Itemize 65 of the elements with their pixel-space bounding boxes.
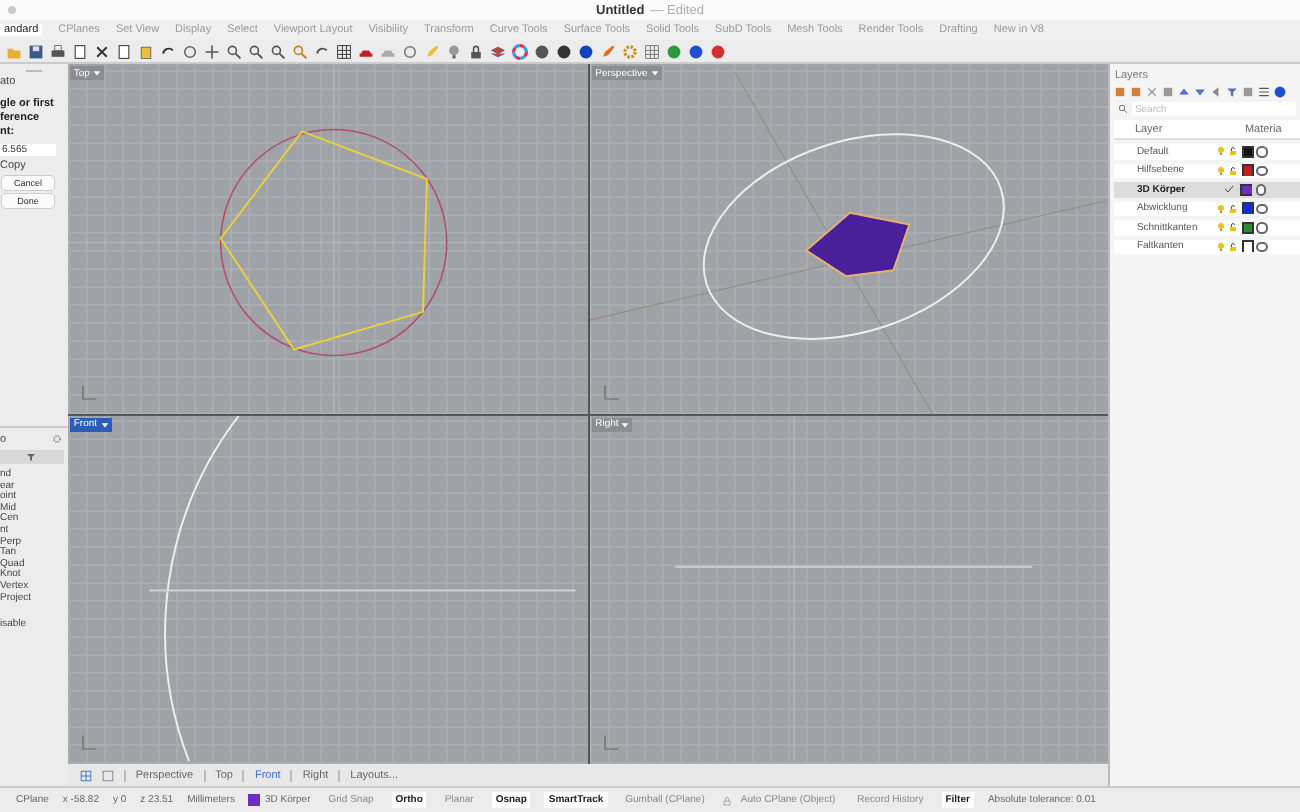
lock-icon[interactable] xyxy=(1228,165,1239,176)
gear-icon[interactable] xyxy=(51,434,62,444)
lock-icon[interactable] xyxy=(468,43,484,59)
caret-icon[interactable] xyxy=(649,68,660,78)
layer-color-swatch[interactable] xyxy=(1243,166,1253,175)
undo-icon[interactable] xyxy=(160,43,176,59)
new-sublayer-icon[interactable] xyxy=(1130,86,1143,98)
caret-icon[interactable] xyxy=(99,419,110,429)
save-icon[interactable] xyxy=(28,43,44,59)
layer-color-swatch[interactable] xyxy=(1243,147,1253,156)
single-layout-icon[interactable] xyxy=(101,769,114,781)
help-icon[interactable] xyxy=(688,43,704,59)
copy-icon[interactable] xyxy=(116,43,132,59)
gear-icon[interactable] xyxy=(622,43,638,59)
menu-icon[interactable] xyxy=(1258,86,1271,98)
axis-icon xyxy=(79,383,98,401)
bulb-icon[interactable] xyxy=(1215,203,1226,214)
bulb-icon[interactable] xyxy=(1215,165,1226,176)
pentagon-solid xyxy=(803,211,910,278)
layer-color-swatch[interactable] xyxy=(1242,185,1252,194)
lock-icon[interactable] xyxy=(1228,222,1239,233)
zoom-window-icon[interactable] xyxy=(248,43,264,59)
teapot-icon[interactable] xyxy=(710,43,726,59)
help-icon[interactable] xyxy=(1274,86,1287,98)
filter-icon[interactable] xyxy=(1226,86,1239,98)
page-icon[interactable] xyxy=(72,43,88,59)
paste-icon[interactable] xyxy=(138,43,154,59)
filter-icon[interactable] xyxy=(26,452,37,462)
down-arrow-icon[interactable] xyxy=(1194,86,1207,98)
lock-icon[interactable] xyxy=(1228,241,1239,252)
caret-icon[interactable] xyxy=(620,419,631,429)
color-wheel-icon[interactable] xyxy=(512,43,528,59)
check-icon xyxy=(1223,184,1234,195)
layers-icon[interactable] xyxy=(490,43,506,59)
bulb-icon[interactable] xyxy=(1215,222,1226,233)
axis-icon xyxy=(601,734,620,752)
grid-layout-icon[interactable] xyxy=(79,769,92,781)
left-arrow-icon[interactable] xyxy=(1210,86,1223,98)
cut-icon[interactable] xyxy=(94,43,110,59)
search-icon xyxy=(1118,104,1129,114)
print-icon[interactable] xyxy=(50,43,66,59)
layer-color-swatch[interactable] xyxy=(1243,223,1253,232)
new-layer-icon[interactable] xyxy=(1114,86,1127,98)
bulb-icon[interactable] xyxy=(446,43,462,59)
move-icon[interactable] xyxy=(204,43,220,59)
layer-color-swatch[interactable] xyxy=(1243,242,1253,251)
bulb-icon[interactable] xyxy=(1215,241,1226,252)
zoom-icon[interactable] xyxy=(226,43,242,59)
dimension-icon[interactable] xyxy=(644,43,660,59)
grid-icon[interactable] xyxy=(336,43,352,59)
trash-icon[interactable] xyxy=(1162,86,1175,98)
target-icon[interactable] xyxy=(402,43,418,59)
axis-icon xyxy=(601,383,620,401)
caret-icon[interactable] xyxy=(91,68,102,78)
zoom-selected-icon[interactable] xyxy=(292,43,308,59)
layer-swatch[interactable] xyxy=(248,794,261,806)
up-arrow-icon[interactable] xyxy=(1178,86,1191,98)
lock-icon[interactable] xyxy=(1228,203,1239,214)
bulb-icon[interactable] xyxy=(1215,146,1226,157)
rotate-icon[interactable] xyxy=(314,43,330,59)
layer-color-swatch[interactable] xyxy=(1243,204,1253,213)
axis-icon xyxy=(79,734,98,752)
zoom-extents-icon[interactable] xyxy=(270,43,286,59)
lock-icon[interactable] xyxy=(1228,146,1239,157)
delete-icon[interactable] xyxy=(1146,86,1159,98)
